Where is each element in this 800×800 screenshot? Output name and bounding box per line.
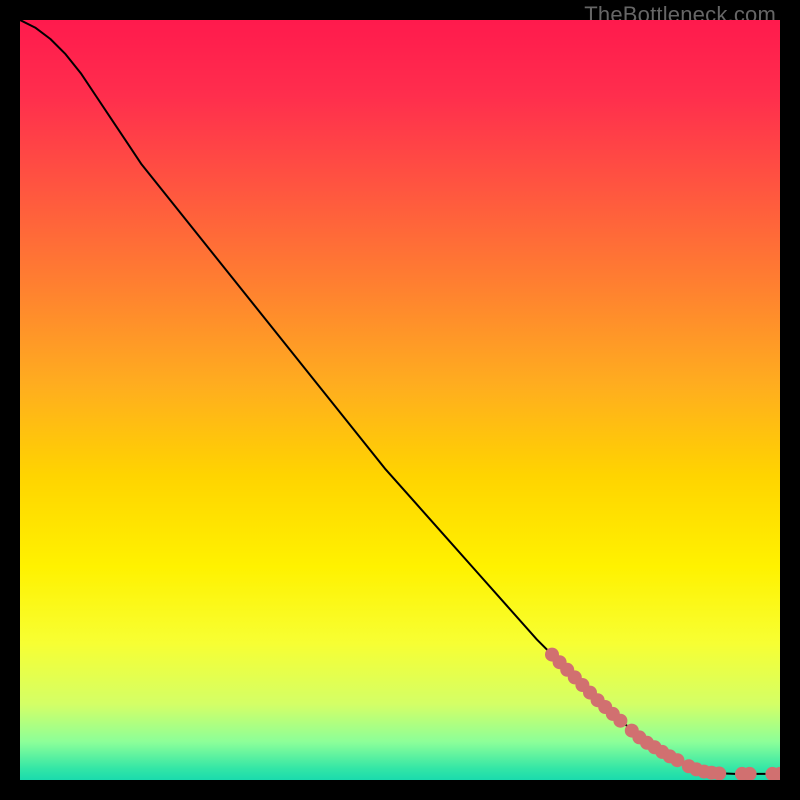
data-marker [712,767,726,781]
chart-background [20,20,780,780]
bottleneck-chart [20,20,780,780]
data-marker [613,714,627,728]
